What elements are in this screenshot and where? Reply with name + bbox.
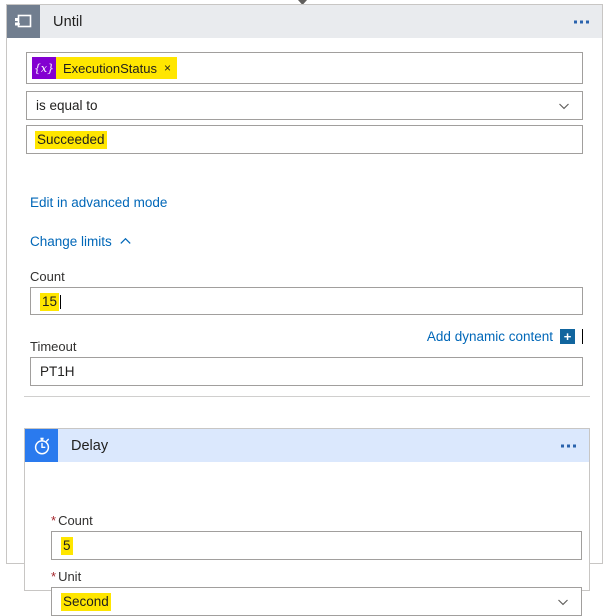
- until-action-card: Until {x} ExecutionStatus × is equal to: [6, 4, 603, 564]
- delay-count-value: 5: [61, 537, 73, 555]
- until-timeout-label: Timeout: [30, 339, 583, 354]
- dot-icon: [574, 20, 577, 23]
- dot-icon: [586, 20, 589, 23]
- delay-card-body: *Count 5 *Unit Second: [25, 462, 589, 590]
- delay-card-header[interactable]: Delay: [25, 429, 589, 462]
- section-divider: [24, 396, 590, 397]
- chevron-down-icon: [557, 99, 571, 113]
- condition-value: Succeeded: [35, 131, 107, 149]
- dot-icon: [561, 444, 564, 447]
- delay-count-label-text: Count: [58, 513, 93, 528]
- until-timeout-value: PT1H: [31, 364, 75, 379]
- remove-token-icon[interactable]: ×: [164, 62, 171, 74]
- required-marker: *: [51, 569, 56, 584]
- token-label-wrap: ExecutionStatus ×: [56, 57, 177, 79]
- delay-unit-label: *Unit: [51, 569, 582, 584]
- condition-value-wrap: Succeeded: [27, 132, 107, 147]
- delay-unit-dropdown[interactable]: Second: [51, 587, 582, 616]
- until-count-group: Count 15 Add dynamic content +: [30, 269, 583, 315]
- delay-unit-value: Second: [61, 593, 111, 611]
- until-count-label: Count: [30, 269, 583, 284]
- text-cursor: [60, 295, 61, 309]
- condition-left-operand-field[interactable]: {x} ExecutionStatus ×: [26, 52, 583, 84]
- dot-icon: [580, 20, 583, 23]
- delay-count-label: *Count: [51, 513, 582, 528]
- delay-unit-label-text: Unit: [58, 569, 81, 584]
- expression-token-badge-icon: {x}: [32, 57, 56, 79]
- until-card-title: Until: [53, 14, 83, 30]
- until-card-header[interactable]: Until: [7, 5, 602, 38]
- required-marker: *: [51, 513, 56, 528]
- stopwatch-icon: [25, 429, 58, 462]
- change-limits-label: Change limits: [30, 234, 112, 249]
- until-timeout-group: Timeout PT1H: [30, 339, 583, 386]
- delay-unit-value-wrap: Second: [52, 594, 111, 609]
- delay-count-input[interactable]: 5: [51, 531, 582, 560]
- until-count-value: 15: [40, 293, 59, 311]
- until-overflow-menu-button[interactable]: [572, 16, 591, 27]
- dot-icon: [567, 444, 570, 447]
- condition-operator-value: is equal to: [27, 98, 98, 113]
- delay-action-card: Delay *Count 5 *Unit Second: [24, 428, 590, 591]
- delay-card-title: Delay: [71, 438, 108, 454]
- delay-count-group: *Count 5: [51, 513, 582, 560]
- dynamic-content-token[interactable]: {x} ExecutionStatus ×: [32, 57, 177, 79]
- edit-in-advanced-mode-link[interactable]: Edit in advanced mode: [30, 195, 167, 210]
- token-label: ExecutionStatus: [63, 61, 157, 76]
- condition-operator-dropdown[interactable]: is equal to: [26, 91, 583, 120]
- chevron-down-icon: [556, 595, 570, 609]
- until-count-input[interactable]: 15: [30, 287, 583, 315]
- until-loop-icon: [7, 5, 40, 38]
- until-timeout-input[interactable]: PT1H: [30, 357, 583, 386]
- delay-count-value-wrap: 5: [52, 538, 73, 553]
- delay-unit-group: *Unit Second: [51, 569, 582, 616]
- condition-right-operand-field[interactable]: Succeeded: [26, 125, 583, 154]
- dot-icon: [573, 444, 576, 447]
- until-count-value-wrap: 15: [31, 294, 61, 309]
- chevron-up-icon: [119, 235, 132, 248]
- delay-overflow-menu-button[interactable]: [559, 440, 578, 451]
- change-limits-toggle[interactable]: Change limits: [30, 234, 132, 249]
